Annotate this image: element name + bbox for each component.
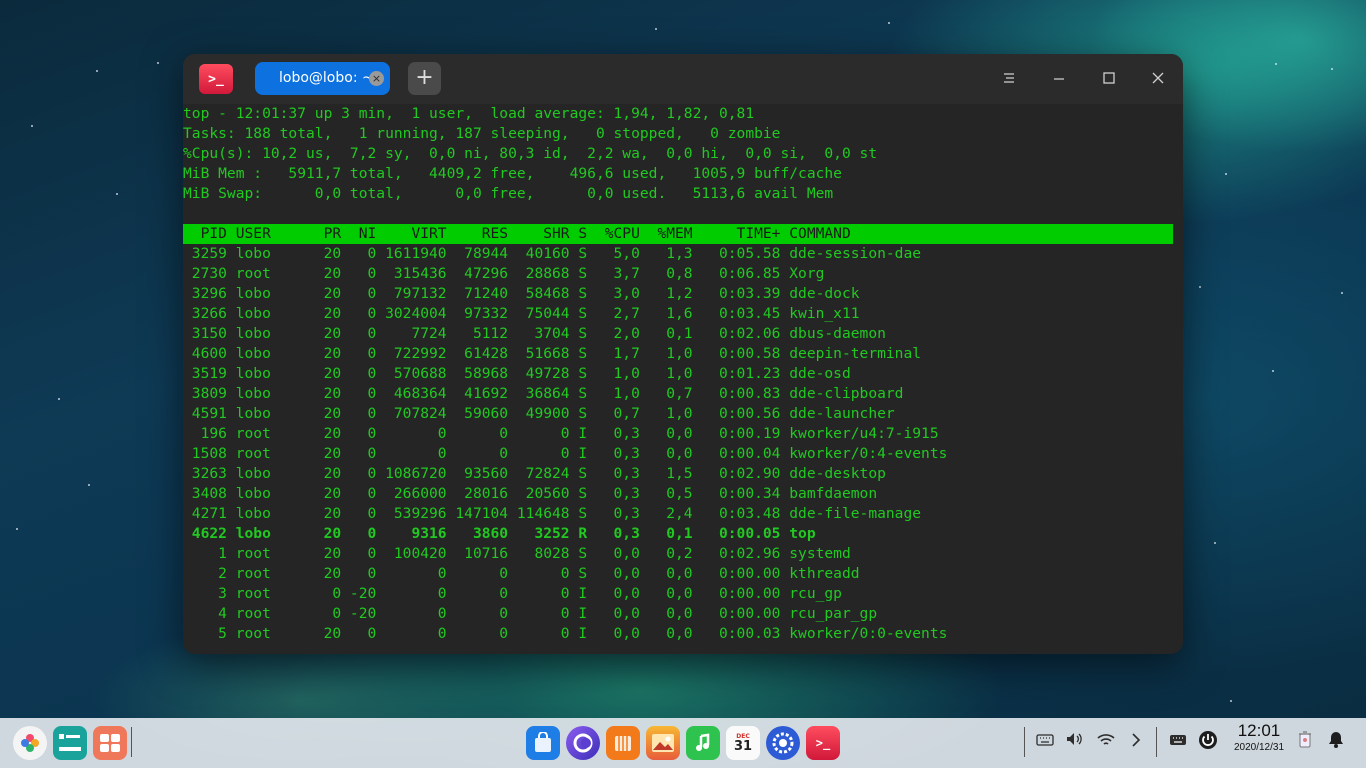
- clock-date[interactable]: 2020/12/31: [1224, 742, 1294, 753]
- process-row: 4591 lobo 20 0 707824 59060 49900 S 0,7 …: [183, 405, 895, 422]
- top-summary-tasks: Tasks: 188 total, 1 running, 187 sleepin…: [183, 125, 781, 142]
- taskbar: DEC 31 >_ 12:01 2020/12/31: [0, 718, 1366, 768]
- browser-button[interactable]: [566, 726, 600, 760]
- process-row: 3259 lobo 20 0 1611940 78944 40160 S 5,0…: [183, 245, 922, 262]
- trash-icon[interactable]: [1293, 730, 1317, 754]
- terminal-button[interactable]: >_: [806, 726, 840, 760]
- multitask-icon: [59, 734, 81, 751]
- power-icon[interactable]: [1196, 730, 1220, 754]
- close-tab-icon[interactable]: ×: [369, 71, 384, 86]
- process-row: 196 root 20 0 0 0 0 I 0,3 0,0 0:00.19 kw…: [183, 425, 939, 442]
- multitask-view-button[interactable]: [53, 726, 87, 760]
- process-row: 3263 lobo 20 0 1086720 93560 72824 S 0,3…: [183, 465, 886, 482]
- top-summary-cpu: %Cpu(s): 10,2 us, 7,2 sy, 0,0 ni, 80,3 i…: [183, 145, 878, 162]
- folder-icon: [615, 736, 631, 751]
- tab-lobo[interactable]: lobo@lobo: ~ ×: [255, 62, 390, 95]
- process-row: 1 root 20 0 100420 10716 8028 S 0,0 0,2 …: [183, 545, 851, 562]
- tray-separator: [1156, 727, 1157, 757]
- app-store-button[interactable]: [526, 726, 560, 760]
- dock-separator: [131, 727, 132, 757]
- terminal-app-icon: >_: [199, 64, 233, 94]
- clock-time[interactable]: 12:01: [1230, 721, 1288, 741]
- gear-icon: [772, 732, 794, 754]
- grid-icon: [100, 734, 120, 752]
- process-row: 2730 root 20 0 315436 47296 28868 S 3,7 …: [183, 265, 825, 282]
- process-row: 2 root 20 0 0 0 0 S 0,0 0,0 0:00.00 kthr…: [183, 565, 860, 582]
- tray-separator: [1024, 727, 1025, 757]
- close-button[interactable]: [1145, 66, 1171, 92]
- volume-icon[interactable]: [1062, 730, 1086, 754]
- calendar-day: 31: [733, 738, 753, 754]
- terminal-icon: >_: [815, 736, 831, 750]
- process-row: 3519 lobo 20 0 570688 58968 49728 S 1,0 …: [183, 365, 851, 382]
- top-summary-mem: MiB Mem : 5911,7 total, 4409,2 free, 496…: [183, 165, 842, 182]
- process-row: 3266 lobo 20 0 3024004 97332 75044 S 2,7…: [183, 305, 860, 322]
- desktop-toggle-button[interactable]: [93, 726, 127, 760]
- music-button[interactable]: [686, 726, 720, 760]
- control-center-button[interactable]: [766, 726, 800, 760]
- titlebar[interactable]: >_ lobo@lobo: ~ × +: [183, 54, 1183, 104]
- notification-bell-icon[interactable]: [1324, 730, 1348, 754]
- process-row: 5 root 20 0 0 0 0 I 0,0 0,0 0:00.03 kwor…: [183, 625, 948, 642]
- browser-icon: [573, 733, 593, 753]
- process-row: 1508 root 20 0 0 0 0 I 0,3 0,0 0:00.04 k…: [183, 445, 948, 462]
- process-row: 3408 lobo 20 0 266000 28016 20560 S 0,3 …: [183, 485, 878, 502]
- image-viewer-button[interactable]: [646, 726, 680, 760]
- calendar-button[interactable]: DEC 31: [726, 726, 760, 760]
- process-row: 3150 lobo 20 0 7724 5112 3704 S 2,0 0,1 …: [183, 325, 886, 342]
- chevron-right-icon[interactable]: [1124, 730, 1148, 754]
- new-tab-button[interactable]: +: [408, 62, 441, 95]
- process-row: 3809 lobo 20 0 468364 41692 36864 S 1,0 …: [183, 385, 904, 402]
- process-row: 4600 lobo 20 0 722992 61428 51668 S 1,7 …: [183, 345, 922, 362]
- top-summary-uptime: top - 12:01:37 up 3 min, 1 user, load av…: [183, 105, 755, 122]
- app-store-icon: [535, 732, 551, 752]
- process-row-running: 4622 lobo 20 0 9316 3860 3252 R 0,3 0,1 …: [183, 525, 816, 542]
- terminal-output[interactable]: top - 12:01:37 up 3 min, 1 user, load av…: [183, 104, 1183, 654]
- music-note-icon: [696, 733, 710, 751]
- keyboard-icon[interactable]: [1033, 730, 1057, 754]
- file-manager-button[interactable]: [606, 726, 640, 760]
- maximize-button[interactable]: [1096, 66, 1122, 92]
- launcher-icon: [21, 734, 39, 752]
- process-row: 4 root 0 -20 0 0 0 I 0,0 0,0 0:00.00 rcu…: [183, 605, 878, 622]
- terminal-window: >_ lobo@lobo: ~ × + top - 12:01:37 up 3 …: [183, 54, 1183, 654]
- minimize-button[interactable]: [1046, 66, 1072, 92]
- tab-label: lobo@lobo: ~: [279, 70, 374, 86]
- wifi-icon[interactable]: [1094, 730, 1118, 754]
- process-table-header: PID USER PR NI VIRT RES SHR S %CPU %MEM …: [183, 224, 1173, 244]
- process-row: 4271 lobo 20 0 539296 147104 114648 S 0,…: [183, 505, 922, 522]
- top-summary-swap: MiB Swap: 0,0 total, 0,0 free, 0,0 used.…: [183, 185, 834, 202]
- menu-icon[interactable]: [996, 66, 1022, 92]
- launcher-button[interactable]: [13, 726, 47, 760]
- process-row: 3 root 0 -20 0 0 0 I 0,0 0,0 0:00.00 rcu…: [183, 585, 842, 602]
- onscreen-keyboard-icon[interactable]: [1166, 730, 1190, 754]
- image-icon: [652, 734, 674, 752]
- process-row: 3296 lobo 20 0 797132 71240 58468 S 3,0 …: [183, 285, 860, 302]
